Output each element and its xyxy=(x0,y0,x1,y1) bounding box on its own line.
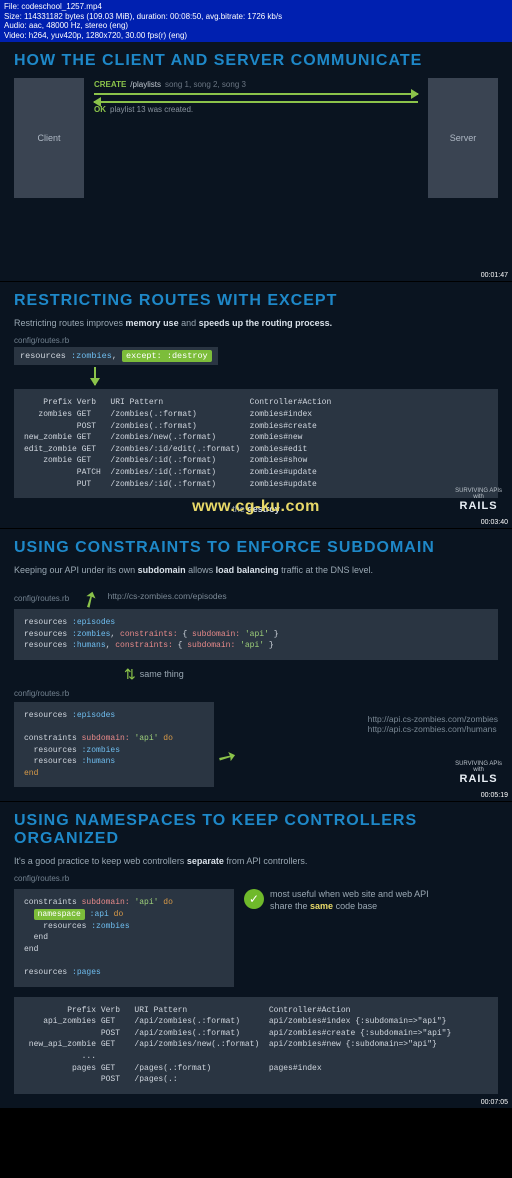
watermark: www.cg-ku.com xyxy=(192,498,320,516)
code-inline: resources :zombies, except: :destroy xyxy=(14,347,218,365)
same-label: same thing xyxy=(140,669,184,679)
routes-output: Prefix Verb URI Pattern Controller#Actio… xyxy=(14,997,498,1094)
arrow-right-icon xyxy=(94,93,418,95)
brand-logo: SURVIVING APIs with RAILS xyxy=(455,761,502,785)
file-label: config/routes.rb xyxy=(14,594,69,603)
brand-logo: SURVIVING APIs with RAILS xyxy=(455,488,502,512)
url-note: http://cs-zombies.com/episodes xyxy=(108,591,227,601)
file-label: config/routes.rb xyxy=(14,689,214,698)
slide-namespaces: USING NAMESPACES TO KEEP CONTROLLERS ORG… xyxy=(0,802,512,1108)
file-label: config/routes.rb xyxy=(14,874,498,883)
media-file: File: codeschool_1257.mp4 xyxy=(4,2,508,12)
create-path: /playlists xyxy=(130,80,161,89)
slide-title: RESTRICTING ROUTES WITH EXCEPT xyxy=(14,292,498,310)
slide-title: USING NAMESPACES TO KEEP CONTROLLERS ORG… xyxy=(14,812,498,848)
timestamp: 00:05:19 xyxy=(481,792,508,799)
media-size: Size: 114331182 bytes (109.03 MiB), dura… xyxy=(4,12,508,22)
check-icon: ✓ xyxy=(244,889,264,909)
arrow-left-icon xyxy=(94,101,418,103)
url-zombies: http://api.cs-zombies.com/zombies xyxy=(368,714,498,724)
note: most useful when web site and web API sh… xyxy=(270,889,440,912)
slide-title: USING CONSTRAINTS TO ENFORCE SUBDOMAIN xyxy=(14,539,498,557)
slide-title: HOW THE CLIENT AND SERVER COMMUNICATE xyxy=(14,52,498,70)
subtitle: Keeping our API under its own subdomain … xyxy=(14,565,498,575)
code-block: constraints subdomain: 'api' do namespac… xyxy=(14,889,234,986)
timestamp: 00:03:40 xyxy=(481,519,508,526)
media-video: Video: h264, yuv420p, 1280x720, 30.00 fp… xyxy=(4,31,508,41)
arrow-updown-icon: ⇅ xyxy=(124,666,136,683)
url-humans: http://api.cs-zombies.com/humans xyxy=(368,724,498,734)
server-box: Server xyxy=(428,78,498,198)
code-block-2: resources :episodes constraints subdomai… xyxy=(14,702,214,788)
subtitle: Restricting routes improves memory use a… xyxy=(14,318,498,328)
create-label: CREATE xyxy=(94,80,126,89)
timestamp: 00:01:47 xyxy=(481,272,508,279)
routes-output: Prefix Verb URI Pattern Controller#Actio… xyxy=(14,389,498,498)
client-box: Client xyxy=(14,78,84,198)
caption: the destroy www.cg-ku.com xyxy=(14,504,498,514)
ok-message: playlist 13 was created. xyxy=(110,105,193,114)
timestamp: 00:07:05 xyxy=(481,1099,508,1106)
arrow-curve-icon: ➚ xyxy=(213,741,242,773)
file-label: config/routes.rb xyxy=(14,336,498,345)
media-info-bar: File: codeschool_1257.mp4 Size: 11433118… xyxy=(0,0,512,42)
subtitle: It's a good practice to keep web control… xyxy=(14,856,498,866)
create-body: song 1, song 2, song 3 xyxy=(165,80,246,89)
slide-except: RESTRICTING ROUTES WITH EXCEPT Restricti… xyxy=(0,282,512,529)
slide-communicate: HOW THE CLIENT AND SERVER COMMUNICATE Cl… xyxy=(0,42,512,282)
media-audio: Audio: aac, 48000 Hz, stereo (eng) xyxy=(4,21,508,31)
code-block-1: resources :episodes resources :zombies, … xyxy=(14,609,498,660)
slide-constraints: USING CONSTRAINTS TO ENFORCE SUBDOMAIN K… xyxy=(0,529,512,802)
arrow-down-icon xyxy=(94,367,96,385)
